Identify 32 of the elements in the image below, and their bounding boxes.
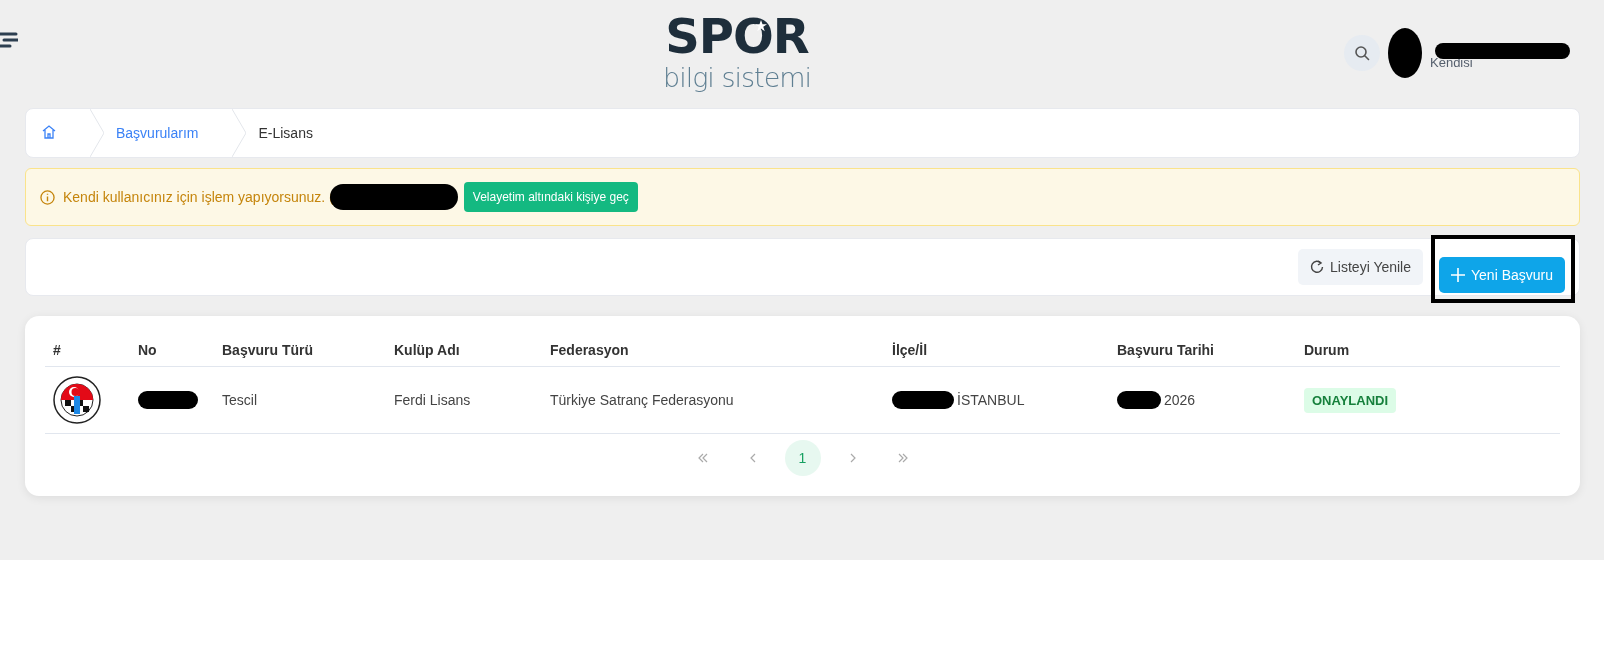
- plus-icon: [1451, 268, 1465, 282]
- column-header: Kulüp Adı: [386, 334, 542, 367]
- breadcrumb-current: E-Lisans: [257, 125, 314, 141]
- status-badge: ONAYLANDI: [1304, 387, 1397, 413]
- page-button[interactable]: 1: [784, 440, 821, 476]
- info-icon: [40, 189, 55, 205]
- column-header: Başvuru Türü: [214, 334, 386, 367]
- menu-icon[interactable]: [0, 30, 18, 50]
- switch-person-button[interactable]: Velayetim altındaki kişiye geç: [463, 182, 638, 212]
- last-chevron-icon: [896, 452, 909, 464]
- table-cell: Tescil: [222, 392, 257, 408]
- table-cell: Ferdi Lisans: [394, 392, 471, 408]
- refresh-button[interactable]: Listeyi Yenile: [1298, 249, 1423, 285]
- column-header: Federasyon: [542, 334, 884, 367]
- table-cell: 2026: [1164, 392, 1196, 408]
- user-role: Kendisi: [1430, 54, 1474, 70]
- table-cell: İSTANBUL: [957, 392, 1025, 408]
- column-header: Başvuru Tarihi: [1109, 334, 1296, 367]
- column-header: #: [45, 334, 130, 367]
- search-button[interactable]: [1344, 35, 1380, 71]
- column-header: İlçe/İl: [884, 334, 1109, 367]
- logo-title: SPOR: [665, 8, 809, 64]
- column-header: No: [130, 334, 214, 367]
- first-chevron-icon: [696, 452, 709, 464]
- home-icon: [42, 124, 56, 139]
- breadcrumb-link[interactable]: Başvurularım: [104, 125, 215, 141]
- column-header: Durum: [1296, 334, 1560, 367]
- logo-subtitle: bilgi sistemi: [663, 62, 812, 93]
- refresh-icon: [1310, 260, 1325, 274]
- search-icon: [1354, 45, 1370, 61]
- table-cell: Türkiye Satranç Federasyonu: [550, 392, 734, 408]
- add-button[interactable]: Yeni Başvuru: [1439, 257, 1565, 293]
